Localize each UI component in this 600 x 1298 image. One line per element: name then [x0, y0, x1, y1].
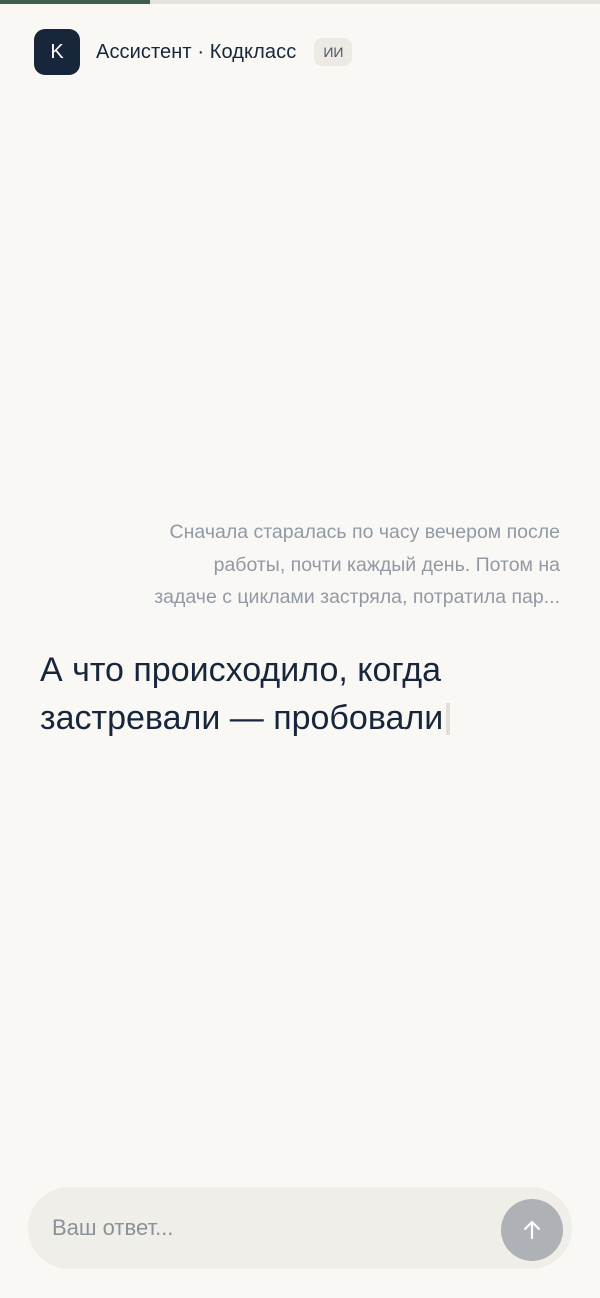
- app-logo: K: [34, 29, 80, 75]
- progress-bar-fill: [0, 0, 150, 4]
- user-message: Сначала старалась по часу вечером после …: [100, 516, 560, 614]
- progress-bar: [0, 0, 600, 4]
- send-button[interactable]: [501, 1199, 563, 1261]
- app-title: Ассистент · Кодкласс: [96, 40, 297, 63]
- assistant-message-text: А что происходило, когда застревали — пр…: [40, 651, 444, 737]
- user-message-line: Сначала старалась по часу вечером после: [169, 521, 560, 543]
- typing-caret: [446, 703, 451, 735]
- chat-header: K Ассистент · Кодкласс ИИ: [34, 29, 353, 75]
- user-message-line: работы, почти каждый день. Потом на: [213, 553, 560, 576]
- arrow-up-icon: [521, 1219, 543, 1241]
- composer: [28, 1187, 572, 1269]
- user-message-line: задаче с циклами застряла, потратила пар…: [154, 586, 560, 608]
- answer-input[interactable]: [52, 1187, 492, 1269]
- assistant-message: А что происходило, когда застревали — пр…: [40, 646, 560, 742]
- ai-badge: ИИ: [314, 38, 353, 66]
